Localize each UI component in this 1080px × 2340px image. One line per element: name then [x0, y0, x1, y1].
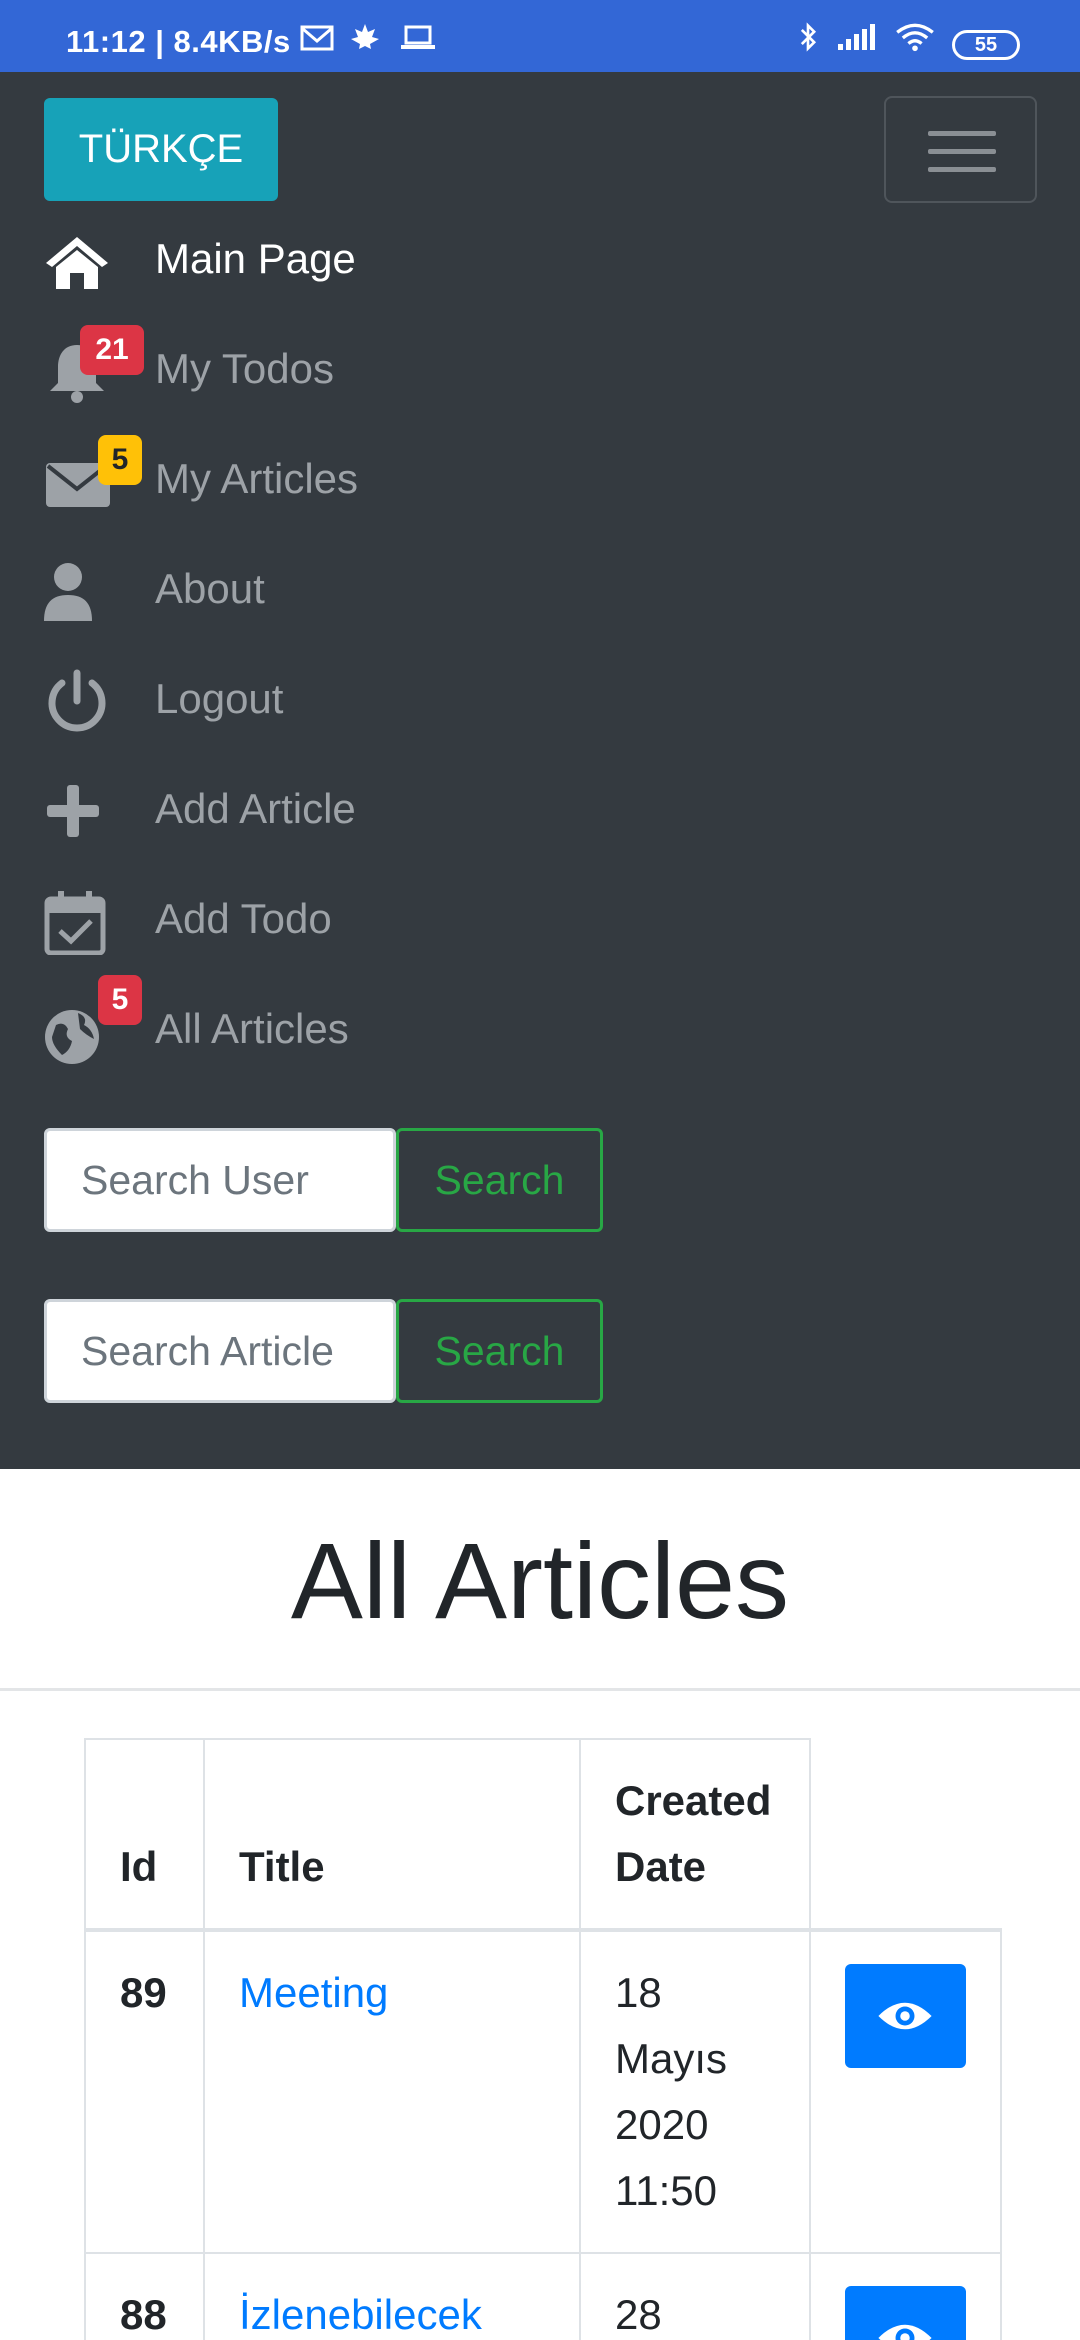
hamburger-icon — [928, 131, 996, 136]
nav-label-main-page: Main Page — [155, 235, 356, 282]
nav-label-add-todo: Add Todo — [155, 895, 332, 942]
nav-item-about[interactable]: About — [0, 539, 1080, 639]
wifi-icon — [896, 23, 934, 52]
view-article-button[interactable] — [845, 2286, 966, 2340]
column-header-created-date: Created Date — [579, 1738, 811, 1932]
column-header-title: Title — [203, 1738, 581, 1932]
articles-table: Id Title Created Date 89 Meeting 18 Mayı… — [84, 1738, 1002, 2340]
todos-count-badge: 21 — [80, 325, 144, 375]
nav-label-logout: Logout — [155, 675, 284, 722]
article-actions-cell — [809, 2252, 1002, 2340]
search-article-input[interactable] — [44, 1299, 396, 1403]
navbar: TÜRKÇE Main Page 21 My Todos 5 My Articl… — [0, 72, 1080, 1469]
page-title: All Articles — [290, 1520, 790, 1641]
search-article-button[interactable]: Search — [396, 1299, 603, 1403]
nav-label-my-todos: My Todos — [155, 345, 334, 392]
navbar-toggler[interactable] — [884, 96, 1037, 203]
signal-icon — [838, 24, 875, 50]
column-header-actions — [809, 1739, 1001, 1932]
eye-icon — [878, 2002, 932, 2030]
gmail-icon — [300, 25, 334, 51]
table-row: 88 İzlenebilecek 28 — [84, 2252, 1002, 2340]
article-title-cell: İzlenebilecek — [203, 2252, 581, 2340]
user-icon — [44, 563, 92, 621]
article-title-link[interactable]: Meeting — [239, 1969, 388, 2016]
all-articles-count-badge: 5 — [98, 975, 142, 1025]
nav-item-my-articles[interactable]: 5 My Articles — [0, 429, 1080, 529]
nav-item-add-todo[interactable]: Add Todo — [0, 869, 1080, 969]
nav-item-add-article[interactable]: Add Article — [0, 759, 1080, 859]
status-time: 11:12 | 8.4KB/s — [66, 24, 291, 59]
search-user-input[interactable] — [44, 1128, 396, 1232]
articles-count-badge: 5 — [98, 435, 142, 485]
status-bar: 11:12 | 8.4KB/s 55 — [0, 0, 1080, 72]
column-header-id: Id — [84, 1738, 205, 1932]
nav-item-logout[interactable]: Logout — [0, 649, 1080, 749]
article-created-date: 28 — [579, 2252, 811, 2340]
battery-icon: 55 — [952, 30, 1020, 60]
nav-item-my-todos[interactable]: 21 My Todos — [0, 319, 1080, 419]
article-actions-cell — [809, 1929, 1002, 2254]
table-header-row: Id Title Created Date — [84, 1738, 1001, 1932]
article-id: 88 — [84, 2252, 205, 2340]
nav-item-all-articles[interactable]: 5 All Articles — [0, 975, 1080, 1079]
bluetooth-icon — [800, 22, 817, 52]
article-title-link[interactable]: İzlenebilecek — [239, 2291, 482, 2338]
home-icon — [46, 237, 108, 289]
article-title-cell: Meeting — [203, 1929, 581, 2254]
article-created-date: 18 Mayıs 2020 11:50 — [579, 1929, 811, 2254]
calendar-check-icon — [44, 891, 106, 955]
maple-leaf-icon — [351, 24, 379, 49]
laptop-icon — [401, 25, 435, 49]
power-icon — [48, 669, 106, 732]
table-row: 89 Meeting 18 Mayıs 2020 11:50 — [84, 1929, 1002, 2254]
nav-item-main-page[interactable]: Main Page — [0, 209, 1080, 309]
nav-label-add-article: Add Article — [155, 785, 356, 832]
nav-label-my-articles: My Articles — [155, 455, 359, 502]
nav-label-all-articles: All Articles — [155, 1005, 349, 1052]
divider — [0, 1688, 1080, 1691]
article-id: 89 — [84, 1929, 205, 2254]
eye-icon — [878, 2324, 932, 2340]
plus-icon — [47, 785, 99, 837]
view-article-button[interactable] — [845, 1964, 966, 2068]
nav-label-about: About — [155, 565, 265, 612]
language-button[interactable]: TÜRKÇE — [44, 98, 278, 201]
search-user-button[interactable]: Search — [396, 1128, 603, 1232]
